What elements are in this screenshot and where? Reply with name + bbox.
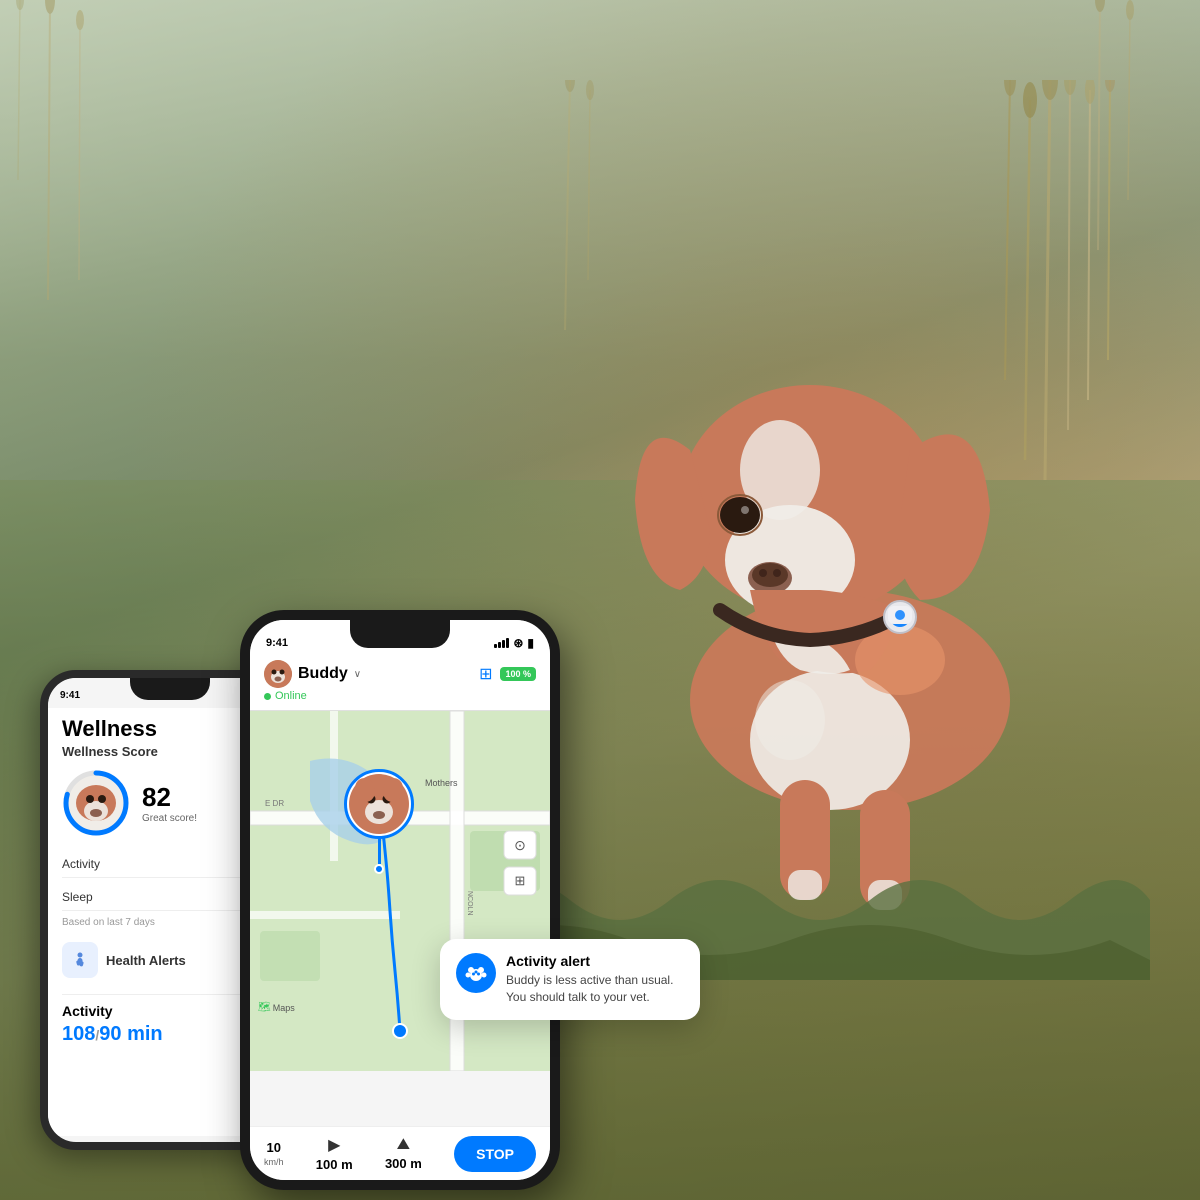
direction-value: 100 m [316,1157,353,1172]
pin-tail [378,839,381,864]
map-time: 9:41 [266,637,288,649]
health-alerts-icon [62,942,98,978]
elevation-stat: ⛰ 300 m [385,1136,422,1171]
speed-value: 10 [267,1140,281,1155]
map-pet-pin [344,769,414,874]
svg-text:NCOLN: NCOLN [466,891,473,916]
pet-name: Buddy [298,665,348,683]
speed-unit: km/h [264,1157,284,1167]
pet-avatar [264,660,292,688]
svg-text:Mothers: Mothers [425,778,458,788]
online-status-dot [264,693,271,700]
dog-illustration [470,80,1150,980]
score-number: 82 [142,782,197,813]
score-desc: Great score! [142,813,197,824]
stop-button[interactable]: STOP [454,1136,536,1172]
wellness-score-circle [62,769,130,837]
svg-text:E DR: E DR [265,799,284,808]
map-status-icons: ⊛ ▮ [494,636,534,650]
wellness-score-info: 82 Great score! [142,782,197,824]
elevation-value: 300 m [385,1156,422,1171]
map-phone-header: Buddy ∨ ⊞ 100 % Online [250,656,550,711]
health-alerts-label: Health Alerts [106,953,186,968]
direction-icon: ▶ [328,1135,340,1155]
svg-text:⊙: ⊙ [514,837,526,853]
pet-header-row: Buddy ∨ ⊞ 100 % [264,660,536,688]
pin-circle [344,769,414,839]
map-phone: 9:41 ⊛ ▮ [240,610,560,1190]
map-battery-icon: ▮ [527,636,534,650]
wellness-time: 9:41 [60,690,80,701]
activity-alert-popup: Activity alert Buddy is less active than… [440,939,700,1020]
map-wifi-icon: ⊛ [513,636,523,650]
wellness-phone-notch [130,678,210,700]
map-bottom-bar: 10 km/h ▶ 100 m ⛰ 300 m STOP [250,1126,550,1180]
paw-icon [456,953,496,993]
chevron-down-icon: ∨ [354,669,361,680]
battery-indicator: 100 % [500,667,536,681]
battery-row: ⊞ 100 % [479,664,536,684]
pet-name-row: Buddy ∨ [264,660,361,688]
expand-icon[interactable]: ⊞ [479,664,492,684]
speed-stat: 10 km/h [264,1140,284,1167]
maps-logo-icon: 🗺 [258,1002,271,1013]
alert-body: Buddy is less active than usual.You shou… [506,972,673,1006]
svg-text:⊞: ⊞ [515,873,526,888]
map-signal-icon [494,638,509,648]
mountain-icon: ⛰ [397,1136,410,1154]
online-row: Online [264,690,536,702]
online-status-text: Online [275,690,307,702]
pin-base [374,864,384,874]
maps-logo: 🗺 Maps [258,1002,295,1013]
alert-content: Activity alert Buddy is less active than… [506,953,673,1006]
direction-stat: ▶ 100 m [316,1135,353,1172]
alert-title: Activity alert [506,953,673,969]
map-phone-notch [350,620,450,648]
